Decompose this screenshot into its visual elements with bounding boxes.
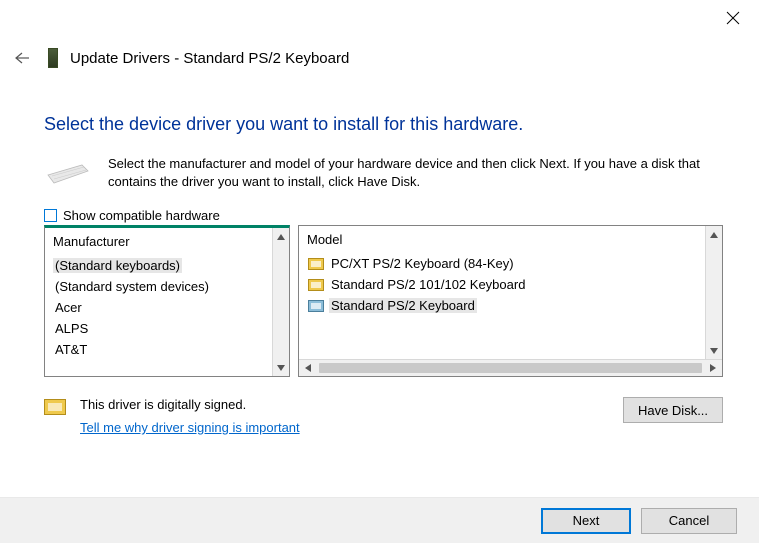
model-item[interactable]: Standard PS/2 101/102 Keyboard [305, 274, 703, 295]
manufacturer-header: Manufacturer [51, 232, 270, 255]
chevron-left-icon [305, 364, 311, 372]
device-icon [46, 47, 60, 69]
driver-panels: Manufacturer (Standard keyboards) (Stand… [44, 225, 723, 377]
manufacturer-item[interactable]: ALPS [51, 318, 270, 339]
scroll-right-button[interactable] [706, 361, 720, 375]
model-item[interactable]: PC/XT PS/2 Keyboard (84-Key) [305, 253, 703, 274]
signed-driver-icon [307, 299, 325, 313]
scroll-down-button[interactable] [273, 359, 289, 376]
scroll-left-button[interactable] [301, 361, 315, 375]
wizard-footer: Next Cancel [0, 497, 759, 543]
model-panel: Model PC/XT PS/2 Keyboard (84-Key) Stand… [298, 225, 723, 377]
wizard-content: Select the device driver you want to ins… [44, 100, 723, 435]
model-list[interactable]: Model PC/XT PS/2 Keyboard (84-Key) Stand… [299, 226, 705, 359]
scroll-up-button[interactable] [273, 228, 289, 245]
title-bar: Update Drivers - Standard PS/2 Keyboard [8, 44, 759, 72]
manufacturer-item-label: Acer [53, 300, 84, 315]
manufacturer-item-label: ALPS [53, 321, 90, 336]
instructions-text: Select the manufacturer and model of you… [108, 155, 723, 190]
chevron-down-icon [277, 365, 285, 371]
manufacturer-item-label: (Standard system devices) [53, 279, 211, 294]
manufacturer-item[interactable]: (Standard system devices) [51, 276, 270, 297]
have-disk-button[interactable]: Have Disk... [623, 397, 723, 423]
manufacturer-item[interactable]: (Standard keyboards) [51, 255, 270, 276]
signing-info-link[interactable]: Tell me why driver signing is important [80, 420, 300, 435]
manufacturer-item[interactable]: Acer [51, 297, 270, 318]
next-button[interactable]: Next [541, 508, 631, 534]
arrow-left-icon [14, 51, 30, 65]
signed-driver-icon [307, 257, 325, 271]
close-icon [726, 11, 740, 25]
scroll-thumb[interactable] [319, 363, 702, 373]
model-item-label: Standard PS/2 Keyboard [329, 298, 477, 313]
model-item-label: PC/XT PS/2 Keyboard (84-Key) [329, 256, 516, 271]
manufacturer-scrollbar[interactable] [272, 228, 289, 376]
instructions-row: Select the manufacturer and model of you… [44, 155, 723, 190]
signing-row: This driver is digitally signed. Tell me… [44, 397, 723, 435]
model-item[interactable]: Standard PS/2 Keyboard [305, 295, 703, 316]
model-vscrollbar[interactable] [705, 226, 722, 359]
manufacturer-item-label: (Standard keyboards) [53, 258, 182, 273]
model-hscrollbar[interactable] [299, 359, 722, 376]
manufacturer-item[interactable]: AT&T [51, 339, 270, 360]
compatible-hardware-row: Show compatible hardware [44, 208, 723, 223]
signing-status: This driver is digitally signed. [80, 397, 300, 412]
show-compatible-label: Show compatible hardware [63, 208, 220, 223]
keyboard-icon [44, 159, 90, 187]
scroll-up-button[interactable] [706, 226, 722, 243]
manufacturer-panel: Manufacturer (Standard keyboards) (Stand… [44, 225, 290, 377]
page-heading: Select the device driver you want to ins… [44, 114, 723, 135]
manufacturer-list[interactable]: Manufacturer (Standard keyboards) (Stand… [45, 228, 272, 376]
chevron-up-icon [277, 234, 285, 240]
chevron-right-icon [710, 364, 716, 372]
cancel-button[interactable]: Cancel [641, 508, 737, 534]
model-item-label: Standard PS/2 101/102 Keyboard [329, 277, 527, 292]
scroll-down-button[interactable] [706, 342, 722, 359]
back-button[interactable] [8, 44, 36, 72]
chevron-up-icon [710, 232, 718, 238]
signed-driver-icon [307, 278, 325, 292]
show-compatible-checkbox[interactable] [44, 209, 57, 222]
chevron-down-icon [710, 348, 718, 354]
manufacturer-item-label: AT&T [53, 342, 89, 357]
model-header: Model [305, 230, 703, 253]
window-close-button[interactable] [723, 8, 743, 28]
certificate-icon [44, 399, 68, 417]
window-title: Update Drivers - Standard PS/2 Keyboard [70, 50, 349, 67]
